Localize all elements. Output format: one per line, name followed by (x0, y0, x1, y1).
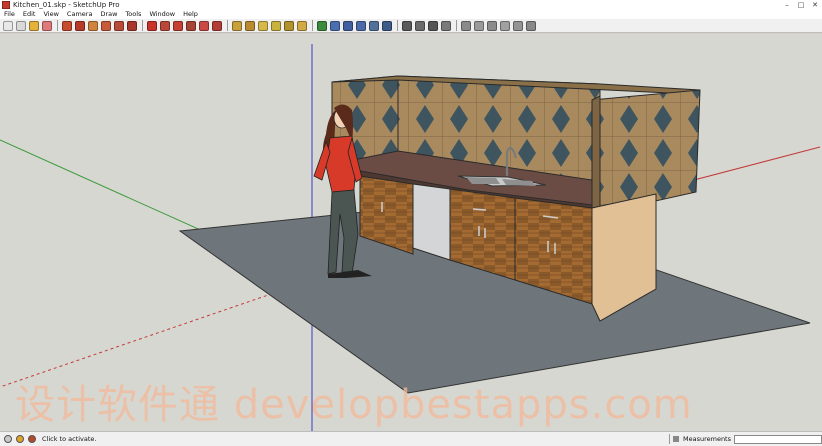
measurements-input[interactable] (734, 434, 822, 444)
zoom-icon[interactable] (343, 20, 353, 31)
close-button[interactable]: ✕ (808, 0, 822, 10)
back-view-icon[interactable] (513, 20, 523, 31)
eraser-icon[interactable] (42, 20, 52, 31)
toolbar-separator (227, 20, 228, 31)
line-icon[interactable] (75, 20, 85, 31)
position-camera-icon[interactable] (402, 20, 412, 31)
3d-text-icon[interactable] (297, 20, 307, 31)
freehand-icon[interactable] (127, 20, 137, 31)
red-axis-front (0, 279, 313, 388)
geo-location-icon[interactable] (4, 435, 12, 443)
orbit-icon[interactable] (317, 20, 327, 31)
polygon-icon[interactable] (114, 20, 124, 31)
text-icon[interactable] (271, 20, 281, 31)
sink-bowl-1 (466, 177, 500, 184)
handle (472, 208, 487, 211)
minimize-button[interactable]: – (780, 0, 794, 10)
axes-icon[interactable] (284, 20, 294, 31)
rotate-icon[interactable] (173, 20, 183, 31)
menu-window[interactable]: Window (145, 10, 179, 19)
protractor-icon[interactable] (258, 20, 268, 31)
top-view-icon[interactable] (474, 20, 484, 31)
title-bar: Kitchen_01.skp - SketchUp Pro – □ ✕ (0, 0, 822, 10)
toolbar-separator (456, 20, 457, 31)
menu-view[interactable]: View (39, 10, 62, 19)
measurements-label: Measurements (682, 435, 731, 443)
toolbar-separator (312, 20, 313, 31)
toolbar-separator (397, 20, 398, 31)
status-divider (668, 434, 670, 444)
maximize-button[interactable]: □ (794, 0, 808, 10)
model-viewport[interactable]: 设计软件通 developbestapps.com (0, 34, 822, 431)
make-component-icon[interactable] (16, 20, 26, 31)
measurements-box: Measurements (668, 433, 822, 445)
watermark-text: 设计软件通 developbestapps.com (15, 382, 693, 428)
sketchup-app-icon (2, 1, 10, 9)
push-pull-icon[interactable] (160, 20, 170, 31)
pan-icon[interactable] (330, 20, 340, 31)
walk-icon[interactable] (428, 20, 438, 31)
section-plane-icon[interactable] (441, 20, 451, 31)
menu-help[interactable]: Help (179, 10, 202, 19)
rectangle-icon[interactable] (62, 20, 72, 31)
status-message: Click to activate. (42, 435, 97, 443)
menu-tools[interactable]: Tools (121, 10, 145, 19)
menu-draw[interactable]: Draw (96, 10, 121, 19)
menu-edit[interactable]: Edit (19, 10, 40, 19)
tape-measure-icon[interactable] (232, 20, 242, 31)
paint-bucket-icon[interactable] (29, 20, 39, 31)
left-view-icon[interactable] (526, 20, 536, 31)
toolbar-separator (142, 20, 143, 31)
move-icon[interactable] (147, 20, 157, 31)
backsplash-right-front (591, 95, 601, 217)
menu-camera[interactable]: Camera (63, 10, 97, 19)
zoom-extents-icon[interactable] (369, 20, 379, 31)
menu-file[interactable]: File (0, 10, 19, 19)
follow-me-icon[interactable] (186, 20, 196, 31)
select-tool-icon[interactable] (3, 20, 13, 31)
toolbar-separator (57, 20, 58, 31)
status-bar: Click to activate. Measurements (0, 431, 822, 446)
main-toolbar (0, 19, 822, 33)
look-around-icon[interactable] (415, 20, 425, 31)
instructor-icon[interactable] (28, 435, 36, 443)
arc-icon[interactable] (101, 20, 111, 31)
circle-icon[interactable] (88, 20, 98, 31)
right-view-icon[interactable] (500, 20, 510, 31)
window-title: Kitchen_01.skp - SketchUp Pro (13, 1, 120, 9)
dishwasher (412, 183, 451, 261)
front-view-icon[interactable] (487, 20, 497, 31)
credits-icon[interactable] (16, 435, 24, 443)
zoom-window-icon[interactable] (356, 20, 366, 31)
grip-icon (672, 436, 679, 442)
previous-view-icon[interactable] (382, 20, 392, 31)
dimension-icon[interactable] (245, 20, 255, 31)
scale-icon[interactable] (199, 20, 209, 31)
iso-view-icon[interactable] (461, 20, 471, 31)
window-controls: – □ ✕ (780, 0, 822, 10)
offset-icon[interactable] (212, 20, 222, 31)
